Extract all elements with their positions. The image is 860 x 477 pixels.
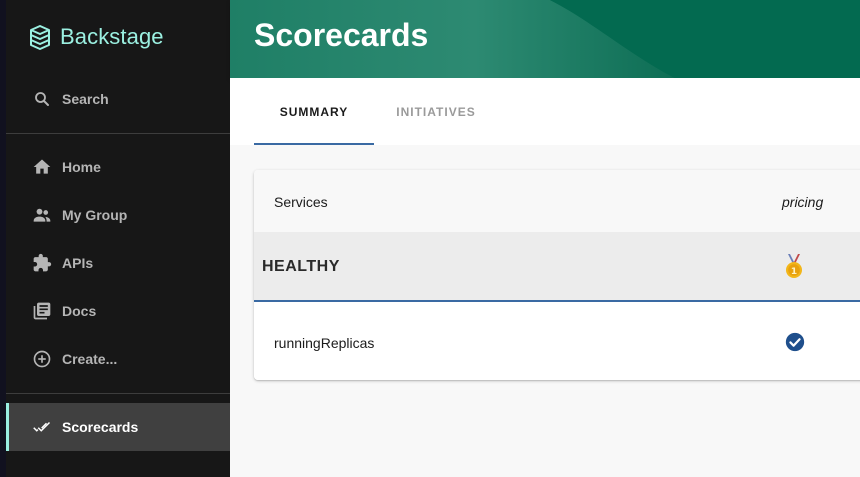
home-icon bbox=[30, 155, 54, 179]
sidebar-divider bbox=[6, 393, 230, 394]
table-header-row: Services pricing bbox=[254, 170, 860, 232]
tab-indicator bbox=[254, 143, 374, 145]
sidebar-item-search[interactable]: Search bbox=[6, 75, 230, 123]
group-label: HEALTHY bbox=[262, 258, 340, 275]
double-check-icon bbox=[30, 415, 54, 439]
app-logo[interactable]: Backstage bbox=[28, 24, 164, 50]
tab-bar: SUMMARY INITIATIVES bbox=[230, 78, 860, 145]
sidebar-item-create[interactable]: Create... bbox=[6, 335, 230, 383]
group-row-healthy: HEALTHY 1 bbox=[254, 232, 860, 302]
tab-initiatives[interactable]: INITIATIVES bbox=[374, 78, 498, 145]
sidebar-item-scorecards[interactable]: Scorecards bbox=[6, 403, 230, 451]
table-row: runningReplicas bbox=[254, 304, 860, 380]
sidebar-item-label: APIs bbox=[62, 255, 94, 271]
sidebar-item-label: My Group bbox=[62, 207, 128, 223]
sidebar-item-apis[interactable]: APIs bbox=[6, 239, 230, 287]
sidebar-item-label: Docs bbox=[62, 303, 97, 319]
search-icon bbox=[30, 87, 54, 111]
check-name: runningReplicas bbox=[274, 335, 375, 351]
svg-text:1: 1 bbox=[791, 267, 797, 277]
tab-summary[interactable]: SUMMARY bbox=[254, 78, 374, 145]
sidebar-item-label: Create... bbox=[62, 351, 118, 367]
docs-icon bbox=[30, 299, 54, 323]
sidebar-item-label: Search bbox=[62, 91, 109, 107]
page-title: Scorecards bbox=[254, 17, 429, 53]
add-circle-icon bbox=[30, 347, 54, 371]
sidebar-item-my-group[interactable]: My Group bbox=[6, 191, 230, 239]
sidebar-item-label: Scorecards bbox=[62, 419, 139, 435]
logo-text: Backstage bbox=[60, 24, 164, 49]
sidebar-item-home[interactable]: Home bbox=[6, 143, 230, 191]
scorecard-table: Services pricing HEALTHY 1 runningReplic… bbox=[254, 170, 860, 380]
backstage-logo-icon bbox=[28, 24, 52, 50]
page-header: Scorecards bbox=[230, 0, 860, 78]
puzzle-icon bbox=[30, 251, 54, 275]
sidebar-item-docs[interactable]: Docs bbox=[6, 287, 230, 335]
medal-icon: 1 bbox=[784, 254, 804, 280]
sidebar-item-label: Home bbox=[62, 159, 101, 175]
sidebar-divider bbox=[6, 133, 230, 134]
column-header-pricing: pricing bbox=[782, 194, 824, 210]
column-header-services: Services bbox=[274, 194, 328, 210]
sidebar: Backstage Search Home My Group APIs Docs bbox=[6, 0, 230, 477]
check-circle-icon bbox=[784, 331, 806, 353]
group-icon bbox=[30, 203, 54, 227]
